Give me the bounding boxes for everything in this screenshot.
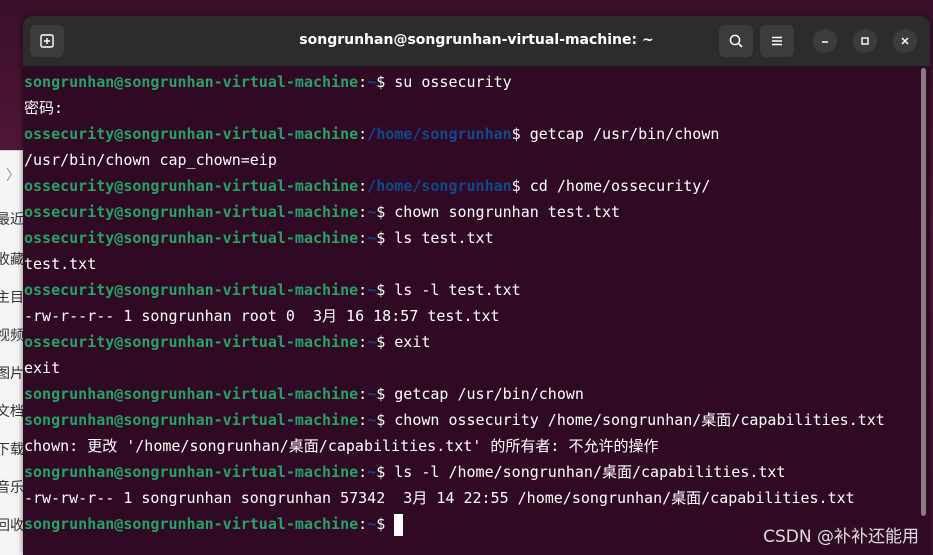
prompt-line: ossecurity@songrunhan-virtual-machine:~$… bbox=[24, 229, 494, 247]
output-line: exit bbox=[24, 355, 60, 381]
prompt-symbol: $ bbox=[376, 281, 386, 299]
command-text: getcap /usr/bin/chown bbox=[520, 125, 720, 143]
sidebar-item-music[interactable]: 音乐 bbox=[0, 477, 24, 497]
prompt-symbol: $ bbox=[376, 385, 386, 403]
sidebar-item-home[interactable]: 主目 bbox=[0, 287, 24, 307]
terminal-window: songrunhan@songrunhan-virtual-machine: ~ bbox=[23, 16, 930, 555]
command-text: cd /home/ossecurity/ bbox=[520, 177, 711, 195]
output-line: /usr/bin/chown cap_chown=eip bbox=[24, 147, 277, 173]
prompt-user-host: ossecurity@songrunhan-virtual-machine bbox=[24, 333, 359, 351]
watermark-text: CSDN @补补还能用 bbox=[763, 527, 919, 547]
command-text: chown ossecurity /home/songrunhan/桌面/cap… bbox=[385, 411, 885, 429]
prompt-user-host: songrunhan@songrunhan-virtual-machine bbox=[24, 463, 359, 481]
prompt-path: ~ bbox=[367, 281, 377, 299]
sidebar-item-recent[interactable]: 最近 bbox=[0, 209, 24, 229]
prompt-user-host: ossecurity@songrunhan-virtual-machine bbox=[24, 229, 359, 247]
output-text: 密码: bbox=[24, 99, 64, 117]
prompt-line: ossecurity@songrunhan-virtual-machine:~$… bbox=[24, 333, 431, 351]
output-text: test.txt bbox=[24, 255, 97, 273]
prompt-path: ~ bbox=[367, 73, 377, 91]
scrollbar[interactable] bbox=[921, 68, 926, 516]
prompt-line: ossecurity@songrunhan-virtual-machine:~$… bbox=[24, 281, 521, 299]
new-tab-button[interactable] bbox=[30, 25, 64, 57]
prompt-symbol: $ bbox=[376, 333, 386, 351]
prompt-symbol: $ bbox=[376, 515, 386, 533]
prompt-symbol: $ bbox=[376, 229, 386, 247]
minimize-icon bbox=[822, 41, 828, 43]
prompt-user-host: songrunhan@songrunhan-virtual-machine bbox=[24, 385, 359, 403]
prompt-symbol: $ bbox=[511, 125, 521, 143]
prompt-path: ~ bbox=[367, 515, 377, 533]
output-line: -rw-r--r-- 1 songrunhan root 0 3月 16 18:… bbox=[24, 303, 500, 329]
prompt-symbol: $ bbox=[511, 177, 521, 195]
terminal-output[interactable]: songrunhan@songrunhan-virtual-machine:~$… bbox=[23, 69, 918, 555]
hamburger-menu-icon bbox=[772, 36, 782, 46]
output-text: chown: 更改 '/home/songrunhan/桌面/capabilit… bbox=[24, 437, 659, 455]
sidebar-item-downloads[interactable]: 下载 bbox=[0, 439, 24, 459]
prompt-line: ossecurity@songrunhan-virtual-machine:~$… bbox=[24, 203, 621, 221]
prompt-user-host: ossecurity@songrunhan-virtual-machine bbox=[24, 281, 359, 299]
maximize-icon bbox=[861, 37, 869, 45]
prompt-line: ossecurity@songrunhan-virtual-machine:/h… bbox=[24, 177, 711, 195]
prompt-user-host: songrunhan@songrunhan-virtual-machine bbox=[24, 73, 359, 91]
close-icon bbox=[901, 37, 909, 45]
sidebar-item-documents[interactable]: 文档 bbox=[0, 401, 24, 421]
prompt-path: ~ bbox=[367, 411, 377, 429]
command-text: ls test.txt bbox=[385, 229, 494, 247]
minimize-button[interactable] bbox=[813, 29, 837, 53]
prompt-line: songrunhan@songrunhan-virtual-machine:~$… bbox=[24, 411, 885, 429]
prompt-path: ~ bbox=[367, 229, 377, 247]
prompt-user-host: songrunhan@songrunhan-virtual-machine bbox=[24, 411, 359, 429]
command-text: chown songrunhan test.txt bbox=[385, 203, 621, 221]
prompt-user-host: ossecurity@songrunhan-virtual-machine bbox=[24, 125, 359, 143]
command-text: su ossecurity bbox=[385, 73, 512, 91]
menu-button[interactable] bbox=[760, 25, 794, 57]
prompt-symbol: $ bbox=[376, 463, 386, 481]
title-bar[interactable]: songrunhan@songrunhan-virtual-machine: ~ bbox=[23, 16, 930, 67]
prompt-line: songrunhan@songrunhan-virtual-machine:~$… bbox=[24, 73, 512, 91]
maximize-button[interactable] bbox=[853, 29, 877, 53]
search-button[interactable] bbox=[719, 25, 753, 57]
prompt-path: ~ bbox=[367, 333, 377, 351]
prompt-user-host: ossecurity@songrunhan-virtual-machine bbox=[24, 203, 359, 221]
command-text: ls -l test.txt bbox=[385, 281, 521, 299]
prompt-path: /home/songrunhan bbox=[367, 177, 512, 195]
output-text: exit bbox=[24, 359, 61, 377]
output-line: chown: 更改 '/home/songrunhan/桌面/capabilit… bbox=[24, 433, 658, 459]
output-text: -rw-r--r-- 1 songrunhan root 0 3月 16 18:… bbox=[24, 307, 500, 325]
output-text: -rw-rw-r-- 1 songrunhan songrunhan 57342… bbox=[24, 489, 855, 507]
prompt-line: songrunhan@songrunhan-virtual-machine:~$ bbox=[24, 511, 404, 537]
output-line: -rw-rw-r-- 1 songrunhan songrunhan 57342… bbox=[24, 485, 855, 511]
prompt-symbol: $ bbox=[376, 73, 386, 91]
prompt-path: ~ bbox=[367, 385, 377, 403]
text-cursor bbox=[394, 513, 404, 536]
sidebar-item-videos[interactable]: 视频 bbox=[0, 325, 24, 345]
chevron-right-icon: 〉 bbox=[6, 168, 20, 184]
output-line: 密码: bbox=[24, 95, 63, 121]
command-text bbox=[385, 515, 394, 533]
prompt-symbol: $ bbox=[376, 203, 386, 221]
command-text: exit bbox=[385, 333, 431, 351]
prompt-line: songrunhan@songrunhan-virtual-machine:~$… bbox=[24, 385, 584, 403]
prompt-path: ~ bbox=[367, 203, 377, 221]
sidebar-item-starred[interactable]: 收藏 bbox=[0, 249, 24, 269]
search-icon bbox=[729, 34, 743, 48]
command-text: getcap /usr/bin/chown bbox=[385, 385, 584, 403]
output-text: /usr/bin/chown cap_chown=eip bbox=[24, 151, 277, 169]
sidebar-item-trash[interactable]: 回收 bbox=[0, 515, 24, 535]
prompt-path: ~ bbox=[367, 463, 377, 481]
command-text: ls -l /home/songrunhan/桌面/capabilities.t… bbox=[385, 463, 786, 481]
prompt-line: songrunhan@songrunhan-virtual-machine:~$… bbox=[24, 463, 786, 481]
output-line: test.txt bbox=[24, 251, 96, 277]
prompt-symbol: $ bbox=[376, 411, 386, 429]
close-button[interactable] bbox=[893, 29, 917, 53]
prompt-user-host: ossecurity@songrunhan-virtual-machine bbox=[24, 177, 359, 195]
sidebar-item-pictures[interactable]: 图片 bbox=[0, 363, 24, 383]
new-tab-icon bbox=[40, 34, 54, 48]
prompt-path: /home/songrunhan bbox=[367, 125, 512, 143]
prompt-user-host: songrunhan@songrunhan-virtual-machine bbox=[24, 515, 359, 533]
prompt-line: ossecurity@songrunhan-virtual-machine:/h… bbox=[24, 125, 720, 143]
